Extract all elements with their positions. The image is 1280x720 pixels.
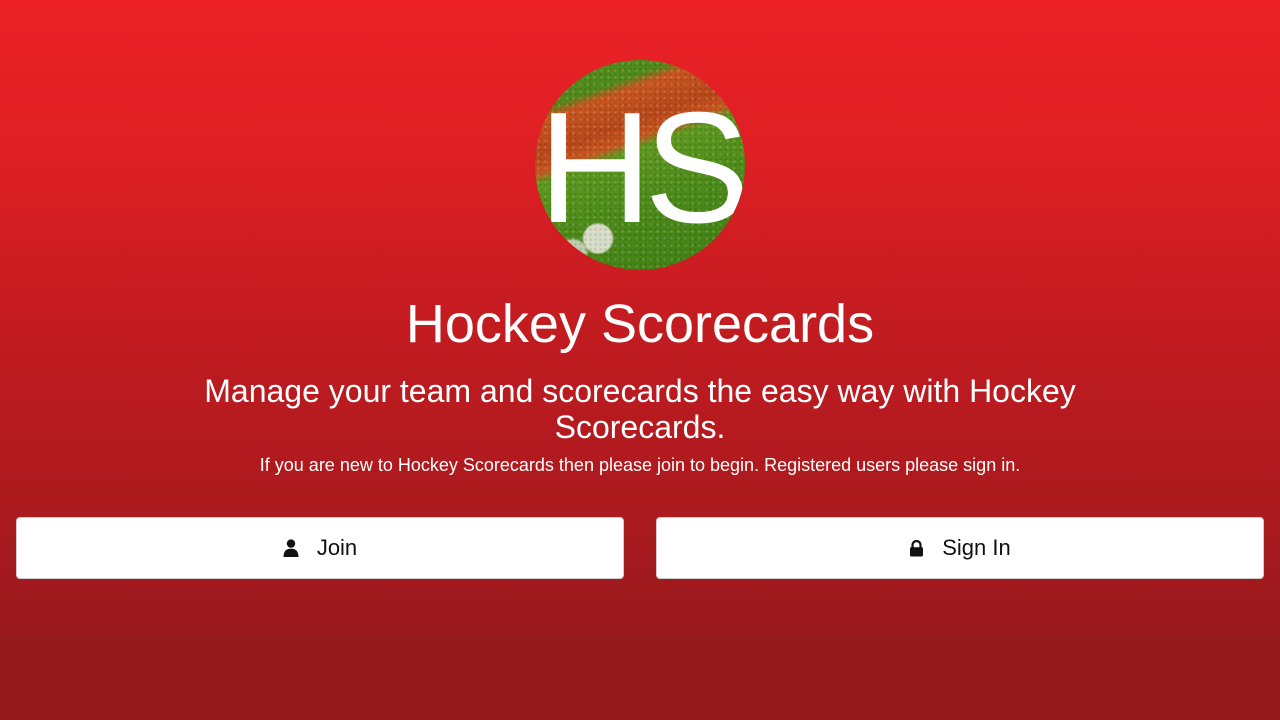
lock-icon (909, 539, 924, 557)
tagline: Manage your team and scorecards the easy… (204, 373, 1076, 445)
user-icon (283, 539, 299, 557)
join-button[interactable]: Join (16, 517, 624, 579)
page-title: Hockey Scorecards (405, 294, 875, 354)
hero-section: HS Hockey Scorecards Manage your team an… (0, 0, 1280, 635)
sign-in-label: Sign In (942, 535, 1011, 560)
join-label: Join (316, 535, 358, 560)
logo: HS (535, 60, 745, 270)
intro-text: If you are new to Hockey Scorecards then… (259, 455, 1021, 475)
logo-text: HS (538, 80, 745, 256)
sign-in-button[interactable]: Sign In (656, 517, 1264, 579)
